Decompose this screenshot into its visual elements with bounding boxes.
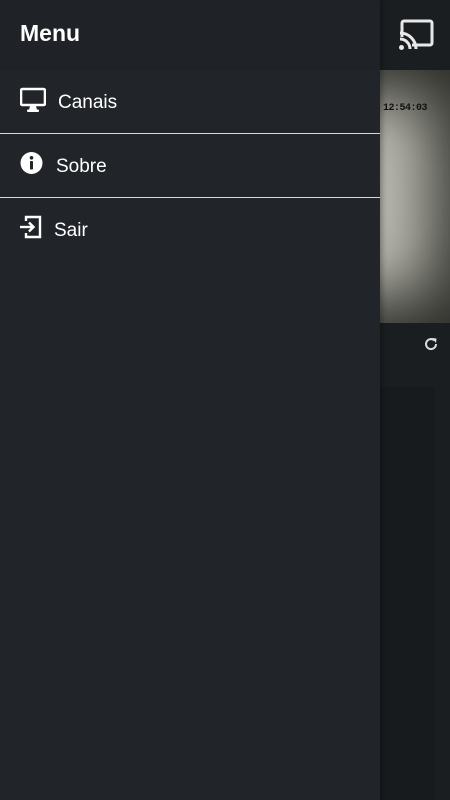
menu-item-sair[interactable]: Sair	[0, 198, 380, 261]
menu-list: Canais Sobre Sair	[0, 70, 380, 261]
cast-icon	[398, 19, 434, 51]
menu-item-canais[interactable]: Canais	[0, 70, 380, 134]
navigation-drawer: Menu Canais Sobre Sair	[0, 0, 380, 800]
cast-button[interactable]	[398, 17, 436, 53]
refresh-icon	[425, 338, 438, 351]
menu-item-label: Canais	[58, 92, 118, 113]
video-timestamp: 12:54:03	[383, 103, 428, 114]
refresh-button[interactable]	[423, 336, 439, 352]
drawer-header: Menu	[0, 0, 380, 70]
info-icon	[20, 151, 46, 177]
menu-item-sobre[interactable]: Sobre	[0, 134, 380, 198]
monitor-icon	[19, 87, 47, 113]
drawer-title: Menu	[20, 20, 81, 46]
menu-item-label: Sobre	[56, 156, 107, 177]
content-panel	[380, 387, 435, 800]
menu-item-label: Sair	[54, 220, 88, 241]
logout-icon	[20, 215, 46, 241]
